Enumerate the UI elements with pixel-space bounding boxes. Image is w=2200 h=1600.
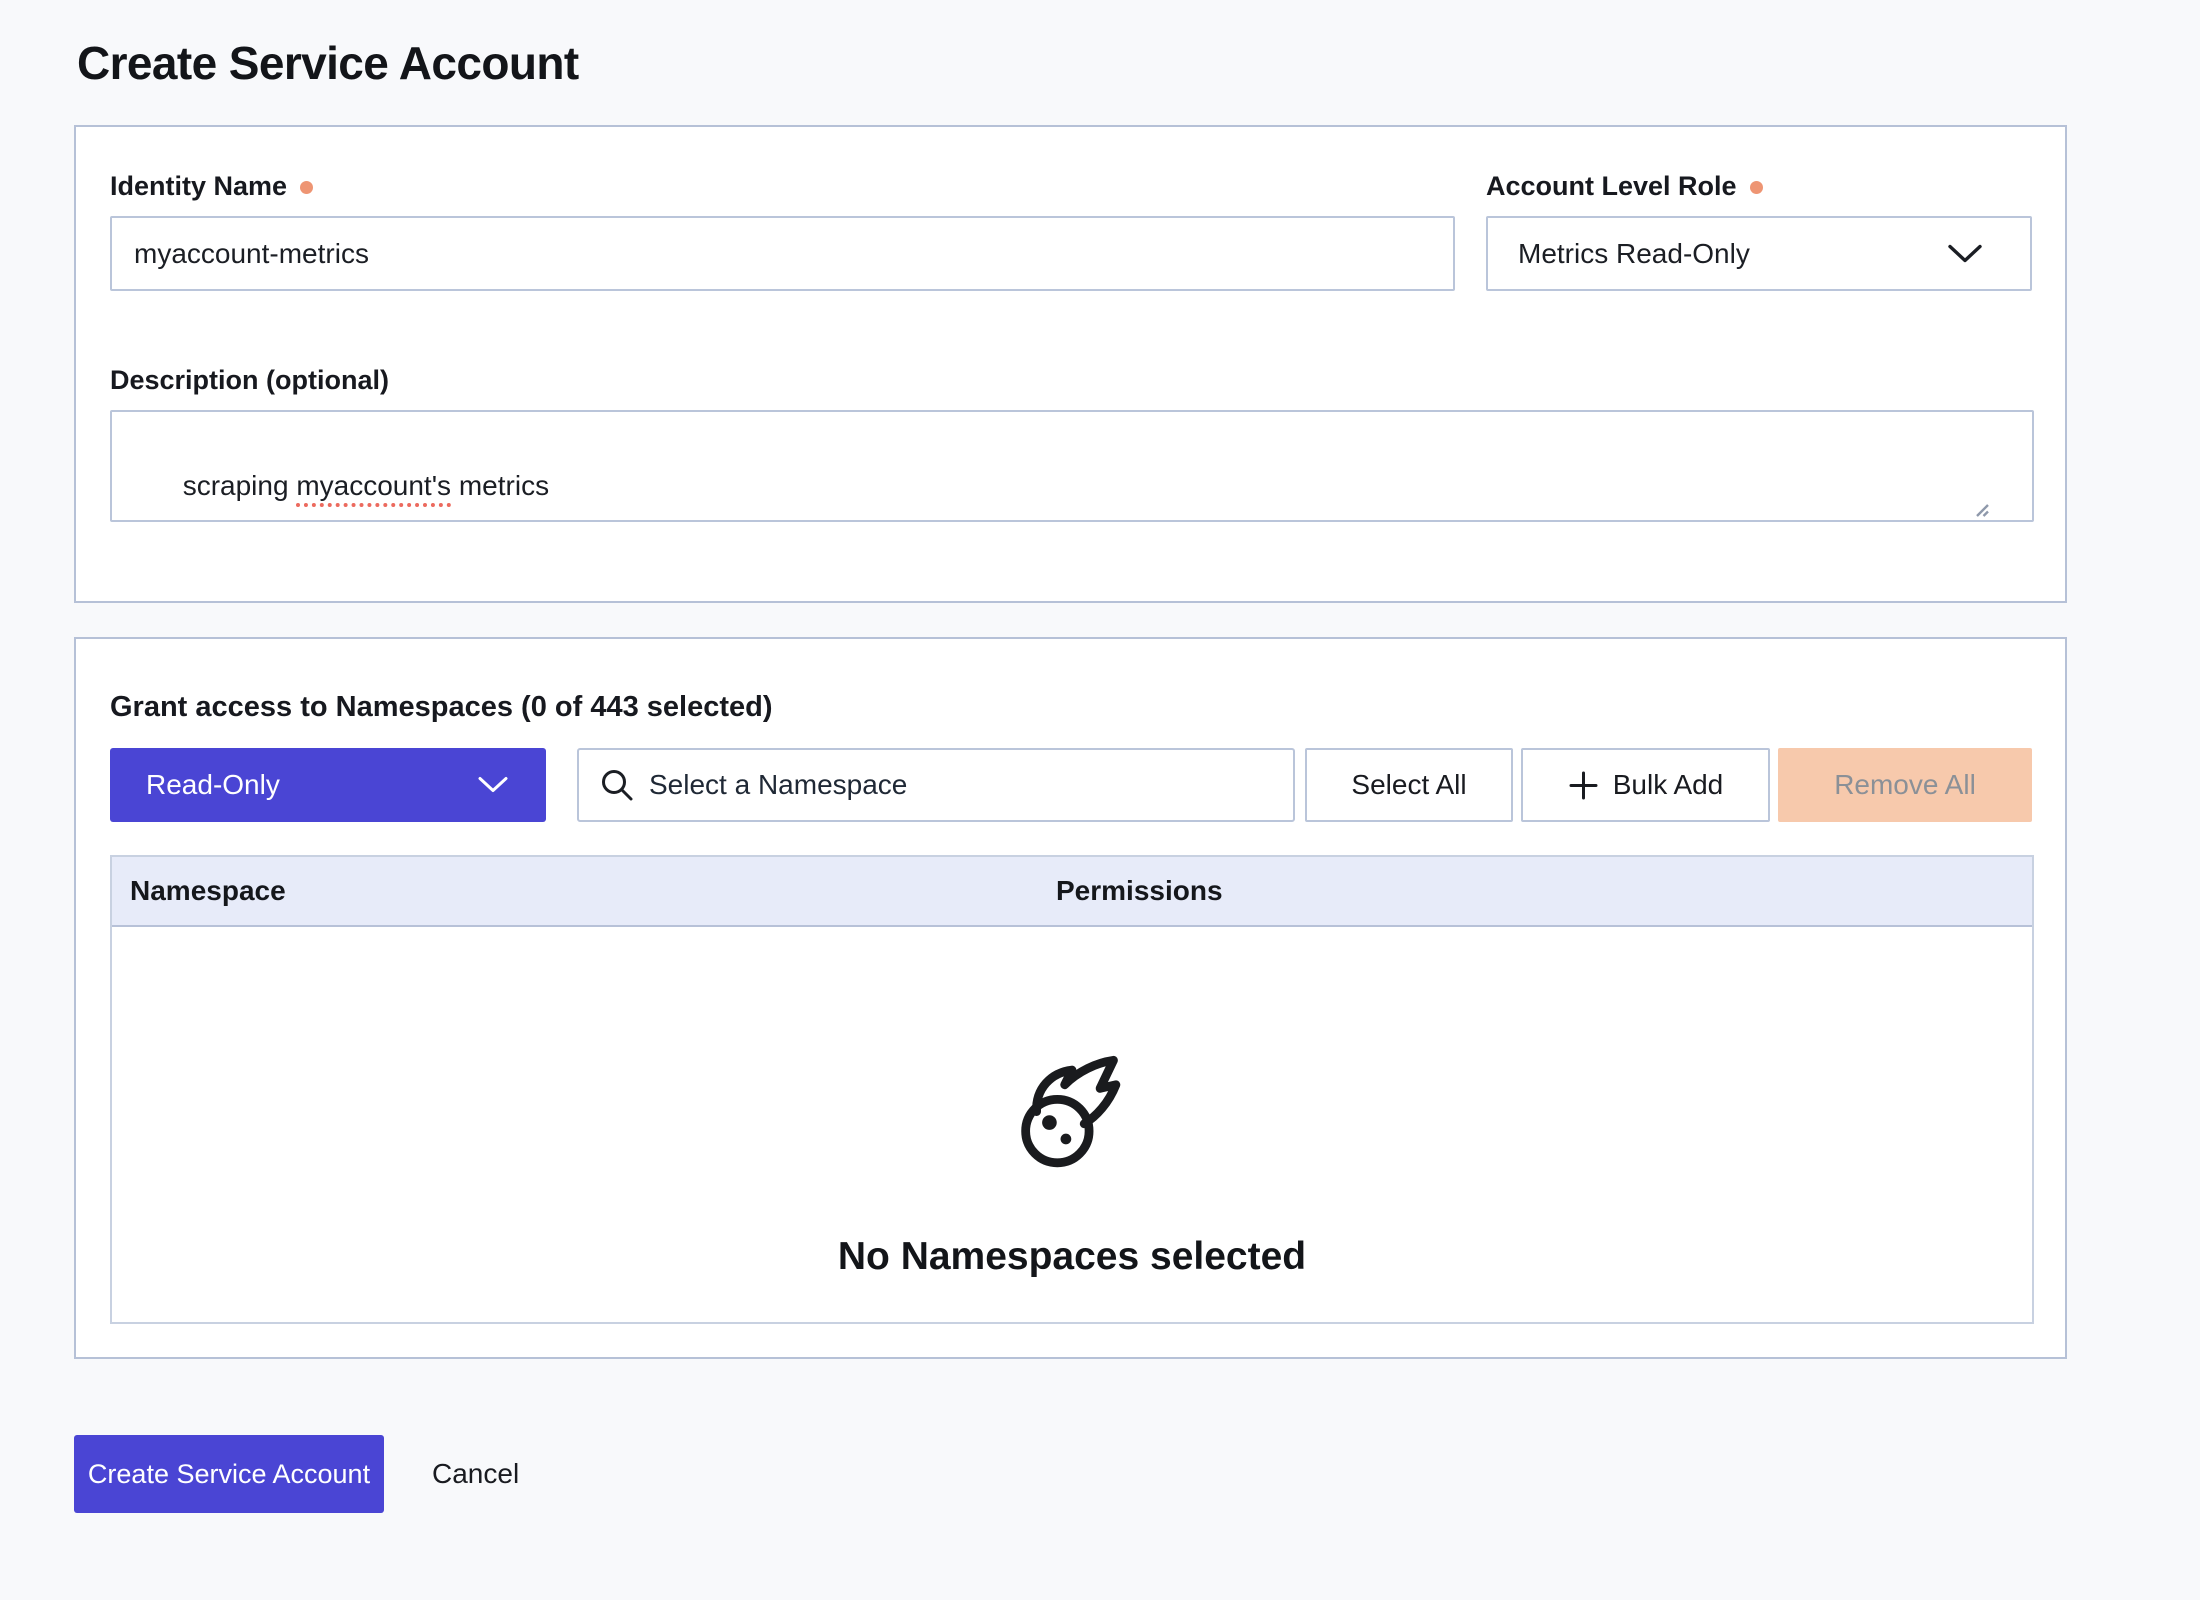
account-level-role-select[interactable]: Metrics Read-Only — [1486, 216, 2032, 291]
bulk-add-label: Bulk Add — [1613, 769, 1724, 801]
description-label: Description (optional) — [110, 365, 389, 396]
namespaces-table-body: No Namespaces selected — [112, 927, 2032, 1322]
namespaces-table-header: Namespace Permissions — [112, 857, 2032, 927]
column-header-namespace: Namespace — [130, 875, 286, 907]
description-text-prefix: scraping — [183, 470, 297, 501]
remove-all-label: Remove All — [1834, 769, 1976, 801]
identity-name-input[interactable] — [110, 216, 1455, 291]
resize-handle-icon[interactable] — [1968, 496, 2030, 518]
column-header-permissions: Permissions — [1056, 875, 1223, 907]
description-label-text: Description (optional) — [110, 365, 389, 396]
empty-state: No Namespaces selected — [838, 927, 1306, 1279]
cancel-label: Cancel — [432, 1458, 519, 1490]
description-text-misspelled: myaccount's — [296, 470, 451, 501]
namespace-search — [577, 748, 1295, 822]
remove-all-button[interactable]: Remove All — [1778, 748, 2032, 822]
description-text-suffix: metrics — [451, 470, 549, 501]
chevron-down-icon — [478, 777, 508, 794]
select-all-button[interactable]: Select All — [1305, 748, 1513, 822]
account-level-role-label: Account Level Role — [1486, 171, 1763, 202]
required-dot-icon — [1750, 181, 1763, 194]
comet-icon — [1011, 1053, 1133, 1175]
page-title: Create Service Account — [77, 36, 579, 90]
required-dot-icon — [300, 181, 313, 194]
identity-name-label-text: Identity Name — [110, 171, 287, 202]
cancel-button[interactable]: Cancel — [408, 1435, 543, 1513]
create-service-account-label: Create Service Account — [88, 1459, 370, 1490]
search-icon — [599, 767, 635, 803]
account-level-role-label-text: Account Level Role — [1486, 171, 1737, 202]
bulk-add-button[interactable]: Bulk Add — [1521, 748, 1770, 822]
namespace-role-dropdown[interactable]: Read-Only — [110, 748, 546, 822]
plus-icon — [1568, 770, 1599, 801]
grant-access-heading: Grant access to Namespaces (0 of 443 sel… — [110, 691, 773, 724]
namespaces-card: Grant access to Namespaces (0 of 443 sel… — [74, 637, 2067, 1359]
identity-card: Identity Name Account Level Role Metrics… — [74, 125, 2067, 603]
select-all-label: Select All — [1351, 769, 1466, 801]
identity-name-label: Identity Name — [110, 171, 313, 202]
empty-state-message: No Namespaces selected — [838, 1235, 1306, 1279]
namespaces-table: Namespace Permissions No Namespaces sele… — [110, 855, 2034, 1324]
account-level-role-value: Metrics Read-Only — [1518, 238, 1750, 270]
namespace-role-dropdown-value: Read-Only — [146, 769, 280, 801]
create-service-account-button[interactable]: Create Service Account — [74, 1435, 384, 1513]
description-textarea[interactable]: scraping myaccount's metrics — [110, 410, 2034, 522]
namespace-search-input[interactable] — [649, 769, 1273, 801]
chevron-down-icon — [1948, 244, 1982, 263]
